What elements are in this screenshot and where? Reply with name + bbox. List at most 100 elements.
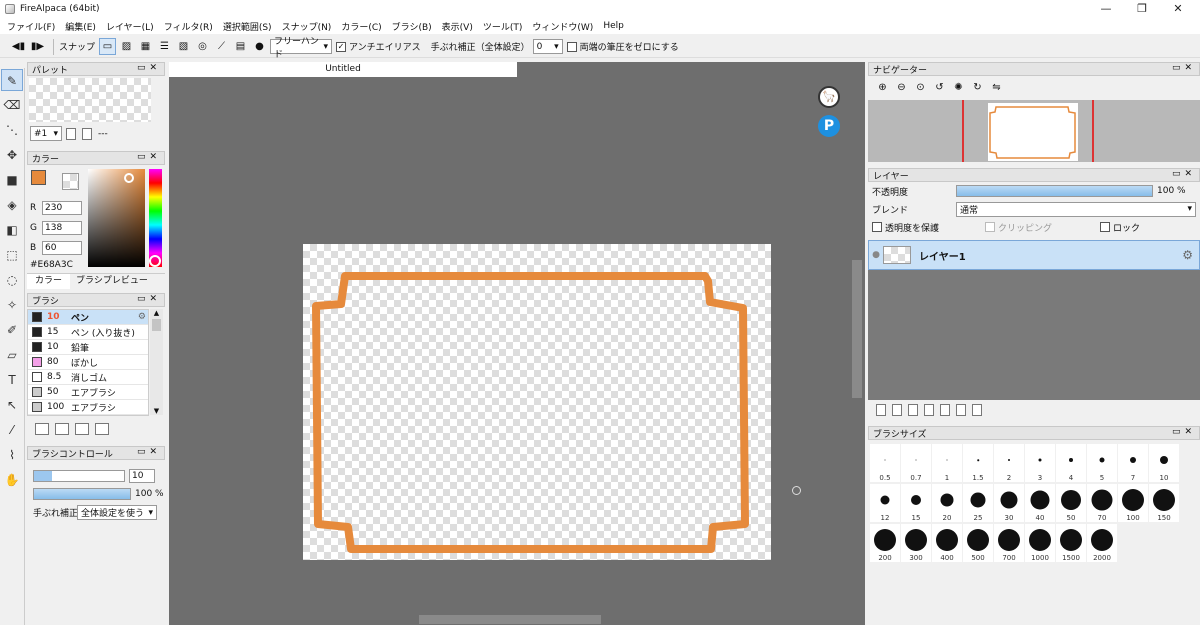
brush-size-option[interactable]: 20 <box>932 484 962 522</box>
panel-controls-icon[interactable]: ▭✕ <box>137 63 161 73</box>
chevron-down-icon[interactable]: ▼ <box>150 407 163 415</box>
panel-controls-icon[interactable]: ▭✕ <box>137 152 161 162</box>
document-tab[interactable]: Untitled <box>169 62 517 77</box>
brush-size-option[interactable]: 10 <box>1149 444 1179 482</box>
primary-color-swatch[interactable] <box>31 170 46 185</box>
brush-size-input[interactable]: 10 <box>129 469 155 483</box>
palette-selector[interactable]: #1 ▾ <box>30 126 62 141</box>
brush-size-option[interactable]: 50 <box>1056 484 1086 522</box>
tab-color[interactable]: カラー <box>27 274 71 289</box>
brush-size-option[interactable]: 3 <box>1025 444 1055 482</box>
brush-size-option[interactable]: 0.7 <box>901 444 931 482</box>
menu-edit[interactable]: 編集(E) <box>65 20 96 33</box>
list-item[interactable]: 10 ペン ⚙ <box>28 310 148 325</box>
menu-tool[interactable]: ツール(T) <box>483 20 523 33</box>
brush-size-option[interactable]: 12 <box>870 484 900 522</box>
menu-layer[interactable]: レイヤー(L) <box>106 20 154 33</box>
zoom-reset-icon[interactable]: ⊙ <box>912 79 929 96</box>
panel-controls-icon[interactable]: ▭✕ <box>1172 169 1196 179</box>
brush-size-option[interactable]: 5 <box>1087 444 1117 482</box>
brush-size-option[interactable]: 0.5 <box>870 444 900 482</box>
panel-controls-icon[interactable]: ▭✕ <box>1172 63 1196 73</box>
snap-off-icon[interactable]: ▭ <box>99 38 117 55</box>
folder-icon[interactable] <box>924 404 934 416</box>
undo-icon[interactable]: ◀▮ <box>10 38 27 55</box>
snap-vanishing-point-icon[interactable]: ⟋ <box>213 38 230 55</box>
select-tool-icon[interactable]: ⬚ <box>1 244 23 266</box>
duplicate-brush-icon[interactable] <box>75 423 89 435</box>
protect-alpha-checkbox[interactable] <box>872 222 882 232</box>
rotate-left-icon[interactable]: ↺ <box>931 79 948 96</box>
zoom-out-icon[interactable]: ⊖ <box>893 79 910 96</box>
trash-icon[interactable] <box>95 423 109 435</box>
brush-opacity-slider[interactable] <box>33 488 131 500</box>
pressure-zero-checkbox[interactable] <box>566 41 577 52</box>
list-item[interactable]: 8.5 消しゴム <box>28 370 148 385</box>
b-input[interactable]: 60 <box>42 241 82 255</box>
scroll-thumb[interactable] <box>152 319 161 331</box>
select-eraser-tool-icon[interactable]: ▱ <box>1 344 23 366</box>
list-item[interactable]: 100 エアブラシ <box>28 400 148 415</box>
pixiv-icon[interactable]: P <box>818 115 840 137</box>
zoom-in-icon[interactable]: ⊕ <box>874 79 891 96</box>
g-input[interactable]: 138 <box>42 221 82 235</box>
brush-size-option[interactable]: 500 <box>963 524 993 562</box>
pen-tool-icon[interactable]: ✎ <box>1 69 23 91</box>
brush-size-option[interactable]: 1500 <box>1056 524 1086 562</box>
saturation-value-picker[interactable] <box>88 169 145 267</box>
panel-controls-icon[interactable]: ▭✕ <box>137 447 161 457</box>
snap-grid-icon[interactable]: ▦ <box>137 38 154 55</box>
select-pen-tool-icon[interactable]: ✐ <box>1 319 23 341</box>
rotate-reset-icon[interactable]: ✺ <box>950 79 967 96</box>
brush-stabilizer-select[interactable]: 全体設定を使う ▾ <box>77 505 157 520</box>
brush-size-option[interactable]: 150 <box>1149 484 1179 522</box>
maximize-button[interactable]: ❐ <box>1124 0 1160 18</box>
snap-settings-dot-icon[interactable]: ● <box>251 38 268 55</box>
redo-icon[interactable]: ▮▶ <box>29 38 46 55</box>
brush-size-option[interactable]: 4 <box>1056 444 1086 482</box>
text-tool-icon[interactable]: T <box>1 369 23 391</box>
brush-size-option[interactable]: 15 <box>901 484 931 522</box>
menu-snap[interactable]: スナップ(N) <box>282 20 332 33</box>
brush-size-option[interactable]: 300 <box>901 524 931 562</box>
snap-parallel-icon[interactable]: ▨ <box>118 38 135 55</box>
brush-list-scrollbar[interactable]: ▲ ▼ <box>150 309 163 415</box>
rotate-right-icon[interactable]: ↻ <box>969 79 986 96</box>
brush-size-option[interactable]: 2 <box>994 444 1024 482</box>
hand-tool-icon[interactable]: ✋ <box>1 469 23 491</box>
delete-palette-icon[interactable] <box>82 127 92 140</box>
menu-view[interactable]: 表示(V) <box>442 20 473 33</box>
brush-size-option[interactable]: 7 <box>1118 444 1148 482</box>
menu-select[interactable]: 選択範囲(S) <box>223 20 272 33</box>
brush-size-option[interactable]: 2000 <box>1087 524 1117 562</box>
minimize-button[interactable]: — <box>1088 0 1124 18</box>
lasso-tool-icon[interactable]: ◌ <box>1 269 23 291</box>
trash-icon[interactable] <box>972 404 982 416</box>
panel-controls-icon[interactable]: ▭✕ <box>137 294 161 304</box>
menu-filter[interactable]: フィルタ(R) <box>164 20 213 33</box>
list-item[interactable]: 10 鉛筆 <box>28 340 148 355</box>
new-brush-icon[interactable] <box>35 423 49 435</box>
alpaca-mascot-icon[interactable]: 🦙 <box>818 86 840 108</box>
new-1bit-layer-icon[interactable] <box>908 404 918 416</box>
chevron-up-icon[interactable]: ▲ <box>150 309 163 317</box>
menu-file[interactable]: ファイル(F) <box>7 20 55 33</box>
panel-controls-icon[interactable]: ▭✕ <box>1172 427 1196 437</box>
canvas[interactable] <box>303 244 771 560</box>
layer-opacity-slider[interactable] <box>956 185 1153 197</box>
gradient-tool-icon[interactable]: ◧ <box>1 219 23 241</box>
brush-size-option[interactable]: 700 <box>994 524 1024 562</box>
antialias-checkbox[interactable]: ✓ <box>336 41 347 52</box>
horizontal-scrollbar[interactable] <box>169 613 849 625</box>
new-palette-icon[interactable] <box>66 127 76 140</box>
brush-size-option[interactable]: 1000 <box>1025 524 1055 562</box>
duplicate-layer-icon[interactable] <box>940 404 950 416</box>
bucket-tool-icon[interactable]: ◈ <box>1 194 23 216</box>
folder-icon[interactable] <box>55 423 69 435</box>
blend-select[interactable]: 通常 ▾ <box>956 201 1196 217</box>
menu-window[interactable]: ウィンドウ(W) <box>532 20 593 33</box>
navigator-preview[interactable] <box>868 100 1200 162</box>
snap-diagonal-icon[interactable]: ▧ <box>175 38 192 55</box>
brush-size-option[interactable]: 70 <box>1087 484 1117 522</box>
snap-concentric-icon[interactable]: ◎ <box>194 38 211 55</box>
